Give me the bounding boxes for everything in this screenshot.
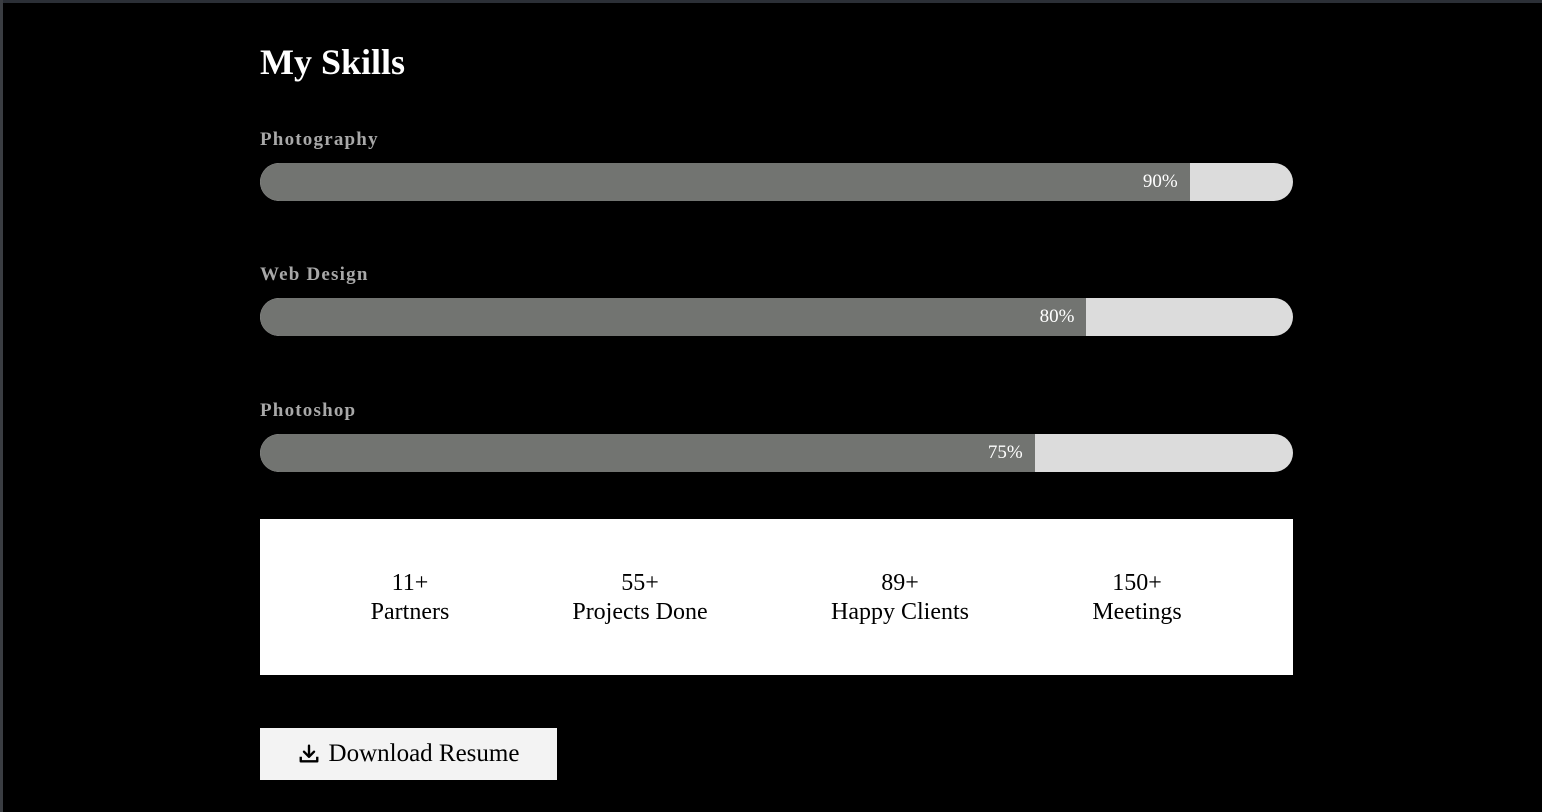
skill-photoshop: Photoshop 75% <box>260 399 1293 472</box>
skill-web-design: Web Design 80% <box>260 263 1293 336</box>
download-resume-button[interactable]: Download Resume <box>260 728 557 780</box>
stat-label: Happy Clients <box>831 599 969 625</box>
stat-happy-clients: 89+ Happy Clients <box>831 569 969 627</box>
skill-label: Photography <box>260 129 379 150</box>
skill-progress-fill: 75% <box>260 434 1035 472</box>
skill-progress-bar: 80% <box>260 298 1293 336</box>
stat-value: 11+ <box>391 570 429 596</box>
skill-photography: Photography 90% <box>260 128 1293 201</box>
skill-percent: 75% <box>987 442 1023 463</box>
skill-label: Web Design <box>260 264 369 285</box>
skill-progress-fill: 80% <box>260 298 1087 336</box>
page-title: My Skills <box>260 42 406 82</box>
skill-progress-fill: 90% <box>260 163 1190 201</box>
skill-percent: 90% <box>1142 171 1178 192</box>
skill-progress-bar: 90% <box>260 163 1293 201</box>
stat-label: Meetings <box>1092 599 1182 625</box>
stat-meetings: 150+ Meetings <box>1092 569 1181 627</box>
skill-percent: 80% <box>1039 306 1075 327</box>
stat-projects-done: 55+ Projects Done <box>572 569 707 627</box>
stats-panel: 11+ Partners 55+ Projects Done 89+ Happy… <box>260 519 1293 675</box>
skill-progress-bar: 75% <box>260 434 1293 472</box>
window-left-edge <box>0 0 3 812</box>
download-resume-label: Download Resume <box>328 740 520 767</box>
stat-value: 55+ <box>621 570 659 596</box>
stat-partners: 11+ Partners <box>371 569 450 627</box>
stat-value: 150+ <box>1112 570 1162 596</box>
stat-label: Partners <box>370 599 450 625</box>
skill-label: Photoshop <box>260 400 357 421</box>
stat-value: 89+ <box>881 570 919 596</box>
download-icon <box>299 744 318 763</box>
window-top-edge <box>0 0 1542 3</box>
stat-label: Projects Done <box>572 599 708 625</box>
